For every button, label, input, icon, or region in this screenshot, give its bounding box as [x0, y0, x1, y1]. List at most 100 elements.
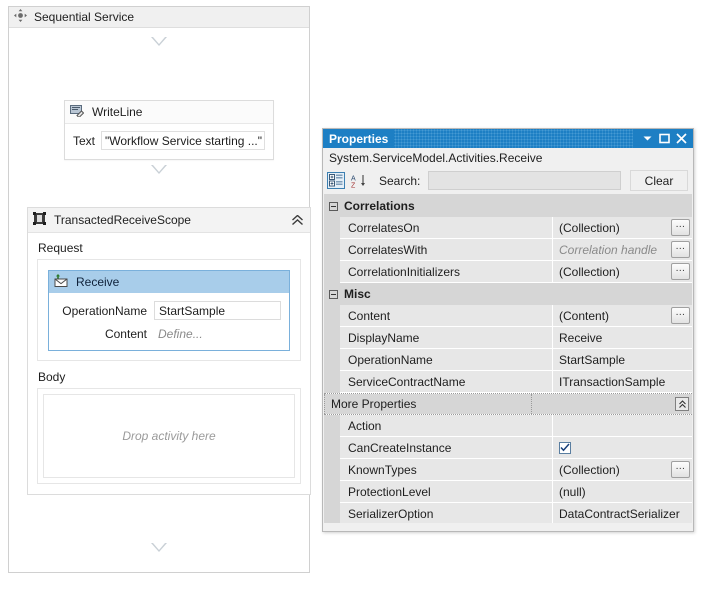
ellipsis-button[interactable]: … [671, 219, 690, 236]
categorized-view-icon[interactable] [327, 172, 345, 189]
table-row[interactable]: CanCreateInstance [324, 437, 692, 459]
row-gutter [324, 239, 340, 261]
transacted-receive-scope-header[interactable]: TransactedReceiveScope [28, 208, 310, 233]
properties-footer [324, 523, 692, 530]
move-four-arrows-icon [14, 9, 27, 25]
ellipsis-button[interactable]: … [671, 461, 690, 478]
cancreateinstance-checkbox[interactable] [559, 441, 571, 454]
property-value-cell[interactable]: (null) [552, 481, 692, 503]
property-name: CorrelatesWith [340, 239, 552, 261]
transacted-receive-scope-title: TransactedReceiveScope [54, 213, 191, 227]
property-value-cell[interactable]: (Collection) … [552, 217, 692, 239]
row-gutter [324, 437, 340, 459]
more-properties-label: More Properties [324, 394, 532, 414]
activity-writeline[interactable]: WriteLine Text "Workflow Service startin… [64, 100, 274, 160]
property-value: Correlation handle [559, 242, 658, 257]
close-icon[interactable] [673, 130, 690, 147]
table-row[interactable]: OperationName StartSample [324, 349, 692, 371]
row-gutter [324, 327, 340, 349]
properties-toolbar[interactable]: A Z Search: Clear [323, 168, 693, 193]
property-value: ITransactionSample [559, 374, 666, 389]
ellipsis-button[interactable]: … [671, 241, 690, 258]
ellipsis-button[interactable]: … [671, 307, 690, 324]
sequential-service-title: Sequential Service [34, 10, 135, 24]
writeline-body: Text "Workflow Service starting ..." [65, 124, 273, 159]
property-name: DisplayName [340, 327, 552, 349]
receive-header[interactable]: Receive [49, 271, 289, 293]
property-value: (Collection) [559, 264, 620, 279]
property-value-cell[interactable]: (Collection) … [552, 459, 692, 481]
writeline-title: WriteLine [92, 105, 143, 119]
table-row[interactable]: Action [324, 415, 692, 437]
table-row[interactable]: CorrelationInitializers (Collection) … [324, 261, 692, 283]
row-gutter [324, 217, 340, 239]
search-input[interactable] [428, 171, 621, 190]
row-gutter [324, 459, 340, 481]
receive-operationname-label: OperationName [62, 303, 147, 318]
maximize-icon[interactable] [656, 130, 673, 147]
category-label: Misc [344, 287, 371, 301]
property-value: (null) [559, 484, 586, 499]
property-value-cell[interactable] [552, 415, 692, 437]
transacted-scope-icon [33, 212, 46, 228]
property-grid[interactable]: Correlations CorrelatesOn (Collection) …… [324, 194, 692, 523]
body-section-box[interactable]: Drop activity here [37, 388, 301, 484]
activity-transacted-receive-scope[interactable]: TransactedReceiveScope Request Receive O… [27, 207, 311, 495]
property-value-cell[interactable]: ITransactionSample [552, 371, 692, 393]
collapse-box-icon[interactable] [329, 289, 338, 299]
property-name: CorrelatesOn [340, 217, 552, 239]
row-gutter [324, 305, 340, 327]
property-name: CanCreateInstance [340, 437, 552, 459]
property-category-correlations[interactable]: Correlations [324, 195, 692, 217]
svg-text:Z: Z [351, 182, 356, 188]
property-name: SerializerOption [340, 503, 552, 523]
activity-receive[interactable]: Receive OperationName StartSample Conten… [48, 270, 290, 351]
properties-subtitle: System.ServiceModel.Activities.Receive [323, 148, 693, 168]
more-properties-header[interactable]: More Properties [324, 393, 692, 415]
row-gutter [324, 371, 340, 393]
collapse-box-icon[interactable] [329, 201, 338, 211]
properties-window[interactable]: Properties System.ServiceModel.Activitie… [322, 128, 694, 532]
titlebar-grip-dots [394, 129, 633, 148]
property-value-cell[interactable]: DataContractSerializer [552, 503, 692, 523]
row-gutter [324, 503, 340, 523]
property-value: DataContractSerializer [559, 506, 680, 521]
writeline-text-input[interactable]: "Workflow Service starting ..." [101, 131, 265, 150]
drop-activity-target[interactable]: Drop activity here [43, 394, 295, 478]
property-value-cell[interactable]: (Content) … [552, 305, 692, 327]
property-value-cell[interactable] [552, 437, 692, 459]
properties-titlebar[interactable]: Properties [323, 129, 693, 148]
table-row[interactable]: CorrelatesWith Correlation handle … [324, 239, 692, 261]
dropdown-caret-icon[interactable] [639, 130, 656, 147]
chevron-up-double-icon[interactable] [289, 212, 306, 229]
clear-button[interactable]: Clear [630, 170, 688, 191]
property-category-misc[interactable]: Misc [324, 283, 692, 305]
table-row[interactable]: DisplayName Receive [324, 327, 692, 349]
receive-content-define-link[interactable]: Define... [154, 327, 281, 341]
request-section-box[interactable]: Receive OperationName StartSample Conten… [37, 259, 301, 361]
table-row[interactable]: ServiceContractName ITransactionSample [324, 371, 692, 393]
property-value-cell[interactable]: StartSample [552, 349, 692, 371]
workflow-designer-canvas[interactable]: Sequential Service WriteLine Text "Workf… [8, 6, 311, 573]
table-row[interactable]: SerializerOption DataContractSerializer [324, 503, 692, 523]
ellipsis-button[interactable]: … [671, 263, 690, 280]
property-value: (Collection) [559, 220, 620, 235]
property-value-cell[interactable]: Correlation handle … [552, 239, 692, 261]
row-gutter [324, 261, 340, 283]
property-value: StartSample [559, 352, 626, 367]
property-name: Action [340, 415, 552, 437]
property-value-cell[interactable]: Receive [552, 327, 692, 349]
property-value: (Content) [559, 308, 610, 323]
writeline-header[interactable]: WriteLine [65, 101, 273, 124]
receive-operationname-input[interactable]: StartSample [154, 301, 281, 320]
body-section-label: Body [38, 370, 66, 384]
table-row[interactable]: KnownTypes (Collection) … [324, 459, 692, 481]
property-name: Content [340, 305, 552, 327]
alphabetical-sort-icon[interactable]: A Z [350, 172, 368, 189]
collapse-pin-icon[interactable] [675, 397, 689, 411]
property-value-cell[interactable]: (Collection) … [552, 261, 692, 283]
sequential-service-header[interactable]: Sequential Service [9, 7, 309, 28]
table-row[interactable]: Content (Content) … [324, 305, 692, 327]
table-row[interactable]: CorrelatesOn (Collection) … [324, 217, 692, 239]
table-row[interactable]: ProtectionLevel (null) [324, 481, 692, 503]
